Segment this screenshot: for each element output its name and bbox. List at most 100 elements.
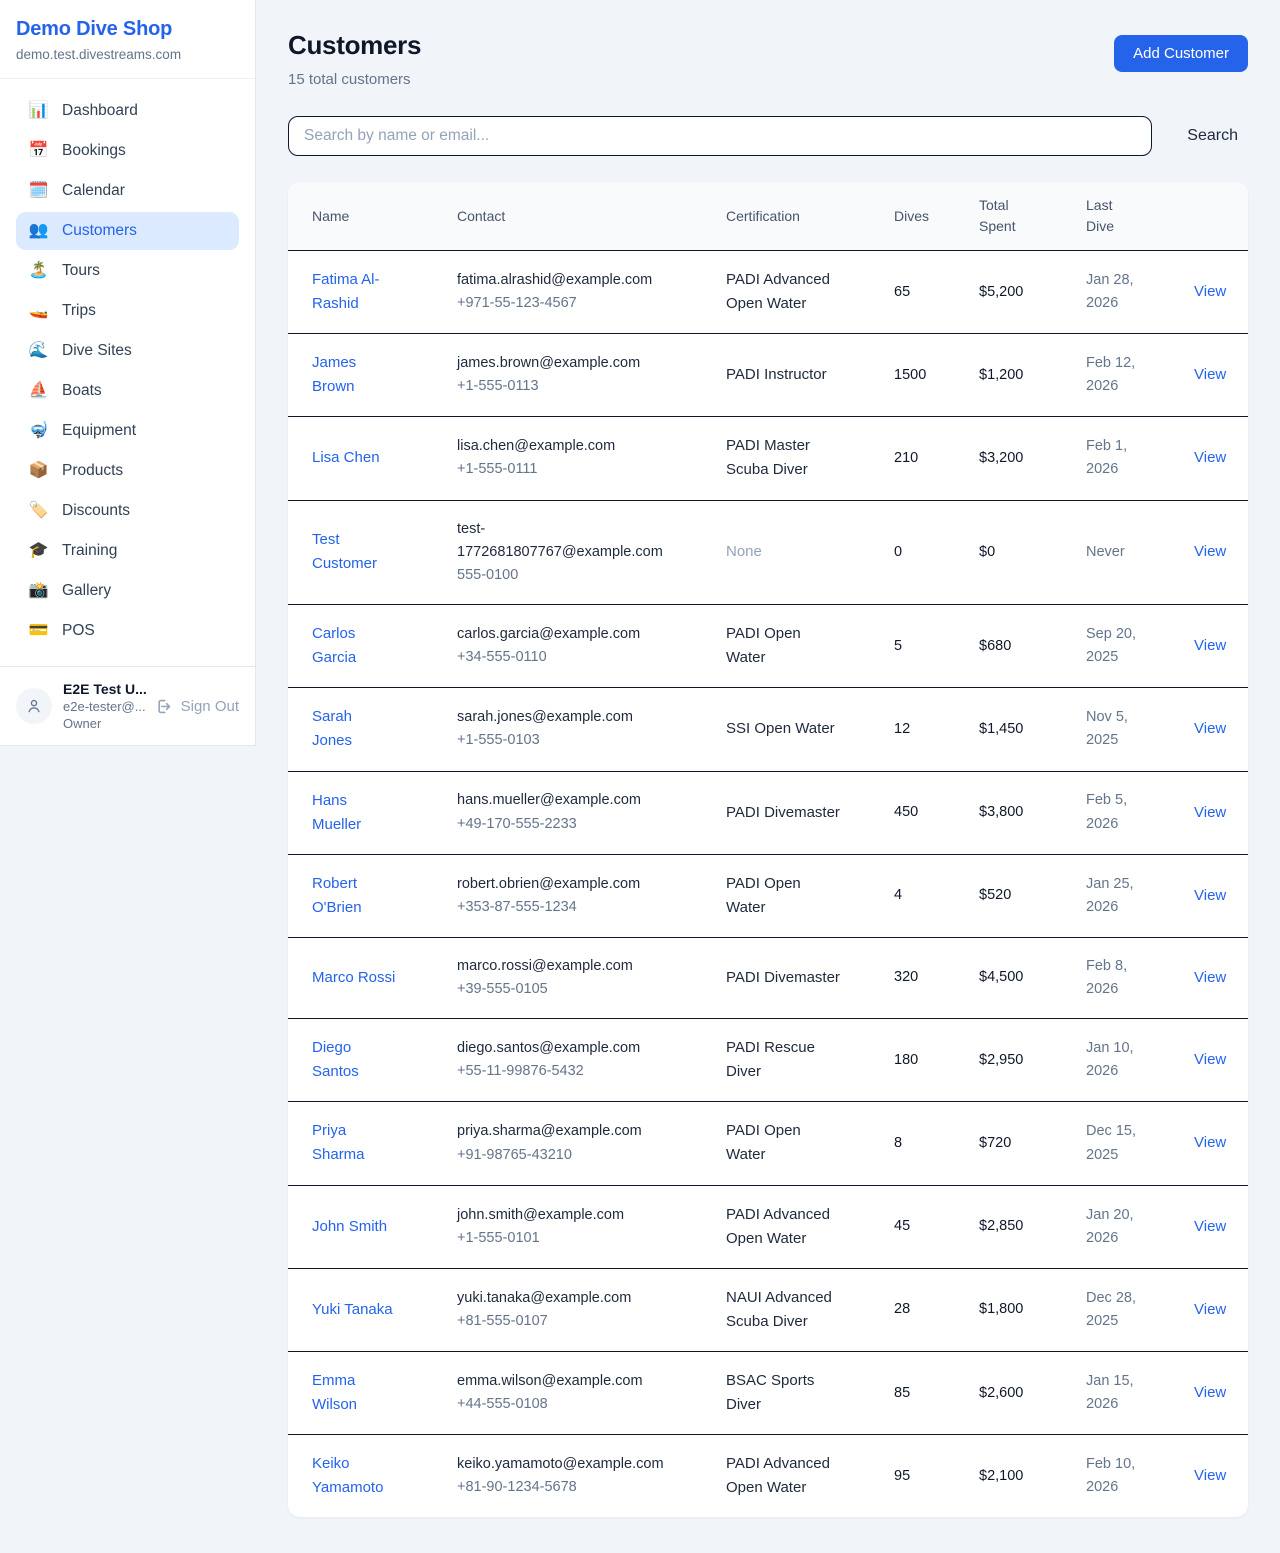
customer-phone: +81-555-0107 [457, 1310, 694, 1333]
camera-icon: 📸 [28, 583, 49, 599]
customer-name-link[interactable]: Robert O'Brien [312, 872, 396, 920]
view-link[interactable]: View [1194, 1218, 1226, 1235]
table-row: Test Customer test-1772681807767@example… [288, 500, 1248, 605]
person-icon [25, 697, 43, 715]
view-link[interactable]: View [1194, 720, 1226, 737]
sign-out-icon [154, 697, 173, 716]
sidebar-item-products[interactable]: 📦 Products [16, 452, 239, 490]
customer-email: carlos.garcia@example.com [457, 623, 640, 646]
customer-dives: 95 [894, 1468, 910, 1484]
sidebar-item-gallery[interactable]: 📸 Gallery [16, 572, 239, 610]
sidebar-item-training[interactable]: 🎓 Training [16, 532, 239, 570]
search-row: Search [288, 116, 1248, 156]
sidebar-item-calendar[interactable]: 🗓️ Calendar [16, 172, 239, 210]
customer-dives: 450 [894, 804, 918, 820]
customer-dives: 320 [894, 969, 918, 985]
view-link[interactable]: View [1194, 1384, 1226, 1401]
view-link[interactable]: View [1194, 1301, 1226, 1318]
search-button[interactable]: Search [1177, 127, 1248, 145]
search-input[interactable] [288, 116, 1152, 156]
spiral-calendar-icon: 🗓️ [28, 183, 49, 199]
sidebar-item-boats[interactable]: ⛵ Boats [16, 372, 239, 410]
view-link[interactable]: View [1194, 1051, 1226, 1068]
view-link[interactable]: View [1194, 804, 1226, 821]
customer-name-link[interactable]: James Brown [312, 351, 396, 399]
customer-phone: +1-555-0111 [457, 458, 694, 481]
customer-name-link[interactable]: Hans Mueller [312, 789, 396, 837]
sidebar-item-equipment[interactable]: 🤿 Equipment [16, 412, 239, 450]
sidebar-item-trips[interactable]: 🚤 Trips [16, 292, 239, 330]
view-link[interactable]: View [1194, 969, 1226, 986]
customer-name-link[interactable]: Sarah Jones [312, 705, 396, 753]
customer-certification: PADI Divemaster [726, 966, 840, 990]
view-link[interactable]: View [1194, 543, 1226, 560]
sidebar-item-dive-sites[interactable]: 🌊 Dive Sites [16, 332, 239, 370]
main-content: Customers 15 total customers Add Custome… [256, 0, 1280, 1553]
customer-phone: +39-555-0105 [457, 978, 694, 1001]
customer-email: priya.sharma@example.com [457, 1120, 642, 1143]
table-row: John Smith john.smith@example.com +1-555… [288, 1185, 1248, 1268]
sidebar-item-dashboard[interactable]: 📊 Dashboard [16, 92, 239, 130]
view-link[interactable]: View [1194, 1467, 1226, 1484]
view-link[interactable]: View [1194, 449, 1226, 466]
customer-dives: 45 [894, 1218, 910, 1234]
add-customer-button[interactable]: Add Customer [1114, 35, 1248, 72]
customer-name-link[interactable]: Fatima Al-Rashid [312, 268, 396, 316]
sidebar-item-bookings[interactable]: 📅 Bookings [16, 132, 239, 170]
view-link[interactable]: View [1194, 637, 1226, 654]
customer-last-dive: Feb 1, 2026 [1086, 435, 1162, 481]
bar-chart-icon: 📊 [28, 103, 49, 119]
island-icon: 🏝️ [28, 263, 49, 279]
col-header-name: Name [288, 182, 433, 251]
sidebar-item-pos[interactable]: 💳 POS [16, 612, 239, 650]
table-row: Priya Sharma priya.sharma@example.com +9… [288, 1102, 1248, 1185]
table-row: Robert O'Brien robert.obrien@example.com… [288, 854, 1248, 937]
sidebar-item-customers[interactable]: 👥 Customers [16, 212, 239, 250]
customer-certification: PADI Open Water [726, 622, 840, 670]
table-body: Fatima Al-Rashid fatima.alrashid@example… [288, 251, 1248, 1518]
customer-last-dive: Jan 28, 2026 [1086, 269, 1162, 315]
customer-total-spent: $5,200 [979, 284, 1023, 300]
shop-domain: demo.test.divestreams.com [16, 47, 239, 62]
calendar-icon: 📅 [28, 143, 49, 159]
table-row: Keiko Yamamoto keiko.yamamoto@example.co… [288, 1435, 1248, 1518]
table-row: Yuki Tanaka yuki.tanaka@example.com +81-… [288, 1268, 1248, 1351]
view-link[interactable]: View [1194, 1134, 1226, 1151]
customer-name-link[interactable]: Lisa Chen [312, 446, 380, 470]
customer-name-link[interactable]: Yuki Tanaka [312, 1298, 393, 1322]
customer-name-link[interactable]: Marco Rossi [312, 966, 395, 990]
view-link[interactable]: View [1194, 887, 1226, 904]
customer-total-spent: $680 [979, 638, 1011, 654]
sidebar-item-discounts[interactable]: 🏷️ Discounts [16, 492, 239, 530]
customer-total-spent: $3,800 [979, 804, 1023, 820]
customer-email: sarah.jones@example.com [457, 706, 633, 729]
customer-last-dive: Feb 5, 2026 [1086, 789, 1162, 835]
customer-name-link[interactable]: Carlos Garcia [312, 622, 396, 670]
view-link[interactable]: View [1194, 366, 1226, 383]
customer-email: hans.mueller@example.com [457, 789, 641, 812]
sign-out-label: Sign Out [181, 698, 239, 715]
customer-dives: 1500 [894, 367, 926, 383]
customer-email: robert.obrien@example.com [457, 873, 640, 896]
people-icon: 👥 [28, 223, 49, 239]
customer-name-link[interactable]: John Smith [312, 1215, 387, 1239]
customer-name-link[interactable]: Test Customer [312, 528, 396, 576]
customer-name-link[interactable]: Keiko Yamamoto [312, 1452, 396, 1500]
customer-dives: 28 [894, 1301, 910, 1317]
table-row: Hans Mueller hans.mueller@example.com +4… [288, 771, 1248, 854]
customer-email: fatima.alrashid@example.com [457, 269, 652, 292]
customer-certification: BSAC Sports Diver [726, 1369, 840, 1417]
sign-out-button[interactable]: Sign Out [154, 697, 239, 716]
customer-total-spent: $3,200 [979, 450, 1023, 466]
customer-name-link[interactable]: Diego Santos [312, 1036, 396, 1084]
customer-name-link[interactable]: Priya Sharma [312, 1119, 396, 1167]
sidebar-item-tours[interactable]: 🏝️ Tours [16, 252, 239, 290]
customer-last-dive: Feb 8, 2026 [1086, 955, 1162, 1001]
table-row: Sarah Jones sarah.jones@example.com +1-5… [288, 688, 1248, 771]
customer-phone: +49-170-555-2233 [457, 813, 694, 836]
customer-name-link[interactable]: Emma Wilson [312, 1369, 396, 1417]
customer-dives: 4 [894, 887, 902, 903]
customer-total-spent: $1,800 [979, 1301, 1023, 1317]
customer-email: lisa.chen@example.com [457, 435, 615, 458]
view-link[interactable]: View [1194, 283, 1226, 300]
